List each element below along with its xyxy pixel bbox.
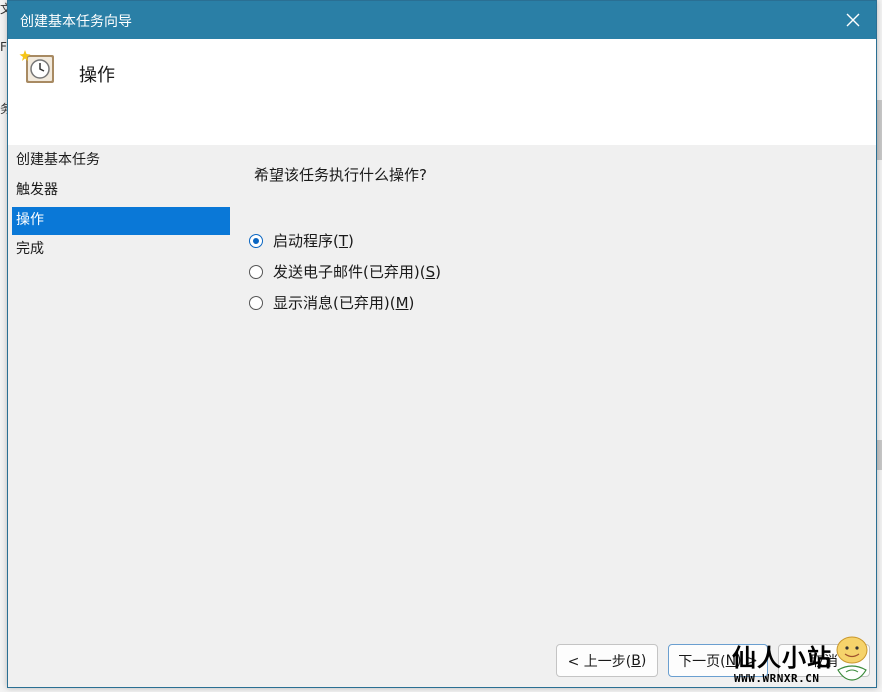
title-bar[interactable]: 创建基本任务向导 (8, 1, 876, 39)
access-key: T (338, 232, 349, 250)
nav-item-finish[interactable]: 完成 (12, 236, 230, 265)
page-title: 操作 (79, 65, 115, 86)
radio-start-program[interactable] (249, 233, 263, 248)
window-title: 创建基本任务向导 (20, 14, 132, 30)
option-send-email[interactable]: 发送电子邮件(已弃用)(S) (249, 261, 441, 282)
next-label: 下一页( (678, 653, 726, 670)
close-icon (846, 13, 860, 27)
option-label: 显示消息(已弃用)(M) (273, 292, 414, 313)
close-button[interactable] (830, 1, 876, 39)
watermark: 仙人小站 WWW.WRNXR.CN (728, 634, 878, 690)
access-key: M (395, 294, 409, 312)
scheduled-task-clock-icon (19, 50, 54, 83)
option-label: 发送电子邮件(已弃用)(S) (273, 261, 441, 282)
option-label-end: ) (348, 232, 354, 250)
wizard-steps-nav: 创建基本任务 触发器 操作 完成 (12, 147, 230, 266)
access-key: S (425, 263, 436, 281)
back-label-end: ) (640, 652, 647, 669)
radio-send-email[interactable] (249, 264, 263, 279)
option-start-program[interactable]: 启动程序(T) (249, 230, 354, 251)
header-panel: 操作 (8, 39, 876, 145)
watermark-face-icon (836, 636, 868, 681)
nav-item-action[interactable]: 操作 (12, 207, 230, 235)
access-key: B (631, 652, 641, 669)
watermark-text: 仙人小站 (732, 644, 832, 672)
nav-item-create-basic-task[interactable]: 创建基本任务 (12, 147, 230, 176)
action-question: 希望该任务执行什么操作? (254, 166, 427, 184)
back-button[interactable]: < 上一步(B) (556, 644, 658, 677)
option-label: 启动程序(T) (273, 230, 354, 251)
option-show-message[interactable]: 显示消息(已弃用)(M) (249, 292, 414, 313)
option-label-text: 启动程序( (273, 232, 339, 250)
option-label-text: 显示消息(已弃用)( (273, 294, 396, 312)
option-label-end: ) (435, 263, 441, 281)
wizard-dialog: 创建基本任务向导 操作 创建基本任务 触发器 操作 完成 希望该任务执行什么操作… (7, 0, 877, 688)
option-label-end: ) (408, 294, 415, 312)
back-label: < 上一步( (567, 653, 632, 670)
nav-item-trigger[interactable]: 触发器 (12, 177, 230, 206)
watermark-url: WWW.WRNXR.CN (734, 672, 820, 685)
radio-show-message[interactable] (249, 295, 263, 310)
option-label-text: 发送电子邮件(已弃用)( (273, 263, 426, 281)
